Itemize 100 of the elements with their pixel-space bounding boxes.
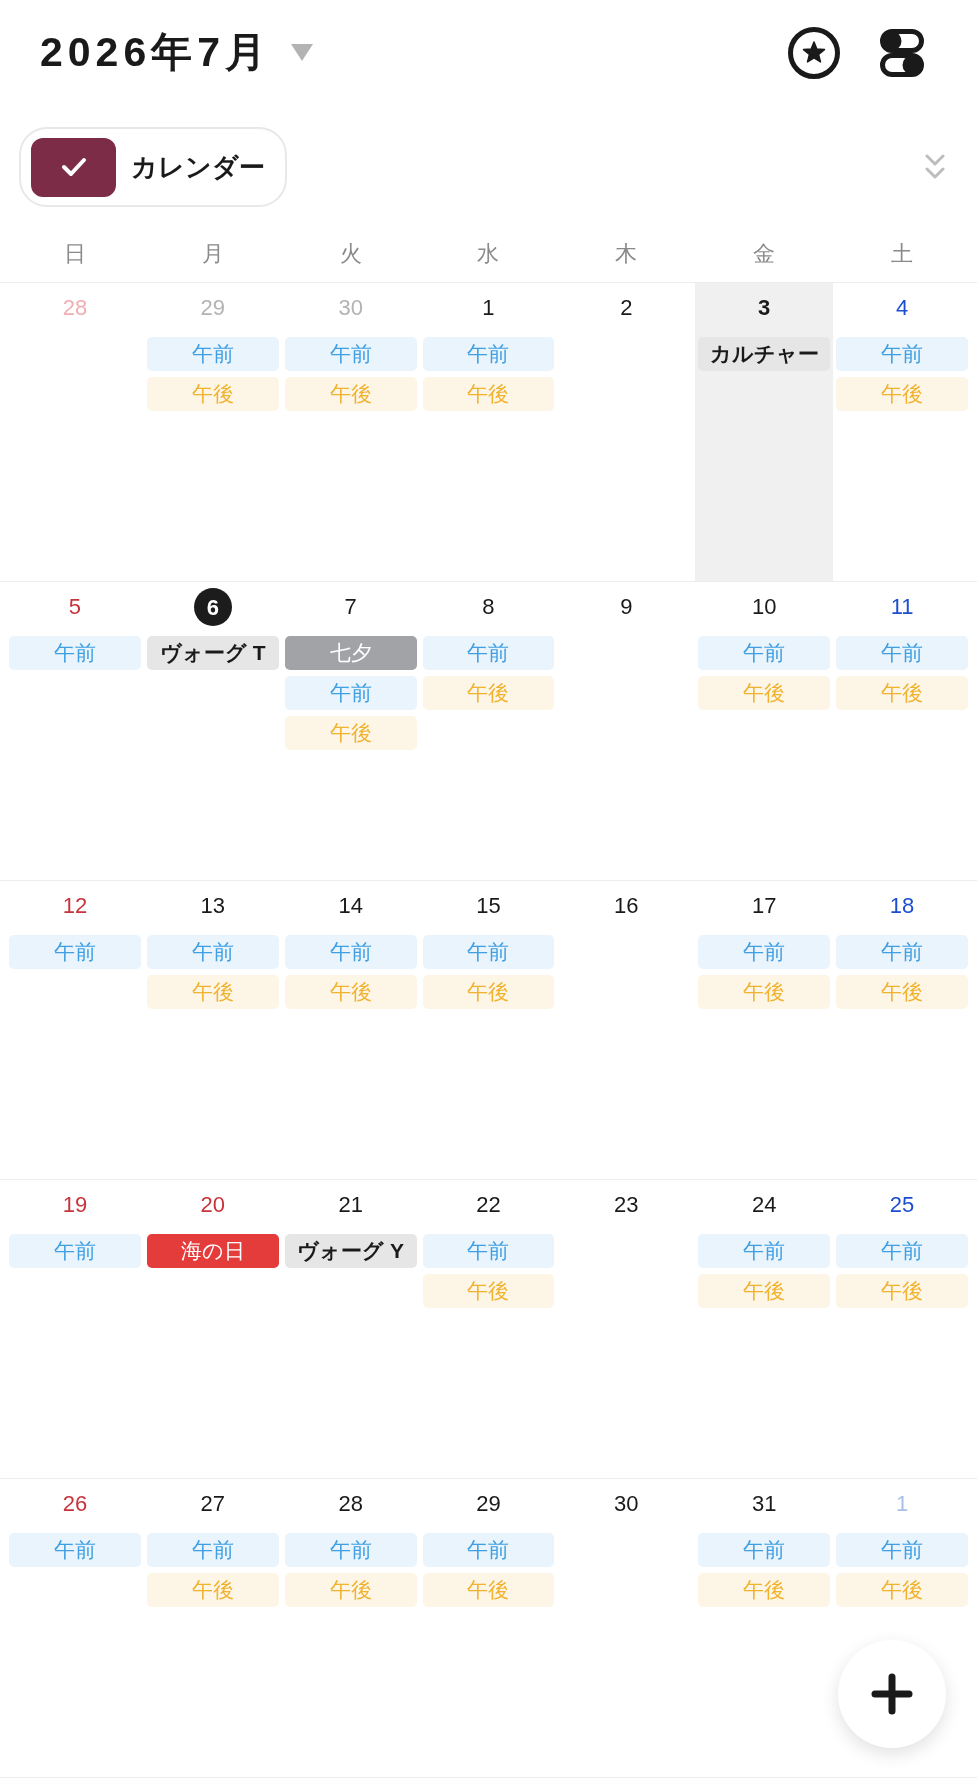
date-number: 28 (338, 1490, 363, 1518)
month-selector[interactable]: 2026年7月 (40, 21, 313, 84)
morning-event-chip[interactable]: 午前 (9, 1234, 141, 1268)
morning-event-chip[interactable]: 午前 (9, 935, 141, 969)
morning-event-chip[interactable]: 午前 (284, 1533, 417, 1567)
date-number: 27 (200, 1490, 225, 1518)
date-number: 1 (895, 1490, 909, 1518)
afternoon-event-chip[interactable]: 午後 (698, 975, 831, 1009)
afternoon-event-chip[interactable]: 午後 (284, 1573, 417, 1607)
date-number: 25 (889, 1191, 915, 1219)
afternoon-event-chip[interactable]: 午後 (422, 1274, 555, 1308)
afternoon-event-chip[interactable]: 午後 (146, 1573, 279, 1607)
date-number: 5 (68, 593, 82, 621)
date-number: 10 (751, 593, 777, 621)
afternoon-event-chip[interactable]: 午後 (836, 975, 968, 1009)
afternoon-event-chip[interactable]: 午後 (836, 377, 968, 411)
afternoon-event-chip[interactable]: 午後 (698, 1274, 831, 1308)
morning-event-chip[interactable]: 午前 (836, 1234, 968, 1268)
morning-event-chip[interactable]: 午前 (146, 337, 279, 371)
morning-event-chip[interactable]: 午前 (836, 337, 968, 371)
date-number: 11 (890, 593, 914, 621)
morning-event-chip[interactable]: 午前 (146, 1533, 279, 1567)
weekday-label: 月 (201, 240, 224, 268)
date-number: 29 (476, 1490, 501, 1518)
morning-event-chip[interactable]: 午前 (9, 1533, 141, 1567)
selected-day-cell[interactable]: 3 カルチャー (695, 283, 834, 581)
date-number: 28 (62, 294, 88, 322)
afternoon-event-chip[interactable]: 午後 (836, 676, 968, 710)
date-number: 12 (62, 892, 88, 920)
toggle-switches-icon[interactable] (880, 28, 924, 77)
morning-event-chip[interactable]: 午前 (284, 935, 417, 969)
morning-event-chip[interactable]: 午前 (698, 1234, 831, 1268)
date-number: 19 (62, 1191, 88, 1219)
morning-event-chip[interactable]: 午前 (698, 1533, 831, 1567)
dropdown-triangle-icon (291, 44, 313, 61)
date-number: 30 (614, 1490, 639, 1518)
today-date: 6 (193, 588, 232, 626)
afternoon-event-chip[interactable]: 午後 (284, 716, 417, 750)
date-number: 14 (338, 892, 363, 920)
afternoon-event-chip[interactable]: 午後 (422, 377, 555, 411)
morning-event-chip[interactable]: 午前 (9, 636, 141, 670)
morning-event-chip[interactable]: 午前 (836, 935, 968, 969)
date-number: 23 (614, 1191, 639, 1219)
date-number: 29 (200, 294, 225, 322)
afternoon-event-chip[interactable]: 午後 (146, 975, 279, 1009)
afternoon-event-chip[interactable]: 午後 (422, 676, 555, 710)
date-number: 1 (482, 294, 495, 322)
event-chip[interactable]: カルチャー (698, 337, 831, 371)
afternoon-event-chip[interactable]: 午後 (836, 1274, 968, 1308)
morning-event-chip[interactable]: 午前 (836, 636, 968, 670)
date-number: 8 (482, 593, 495, 621)
calendar-checkbox[interactable] (31, 137, 116, 197)
date-number: 3 (758, 294, 771, 322)
morning-event-chip[interactable]: 午前 (422, 636, 555, 670)
afternoon-event-chip[interactable]: 午後 (146, 377, 279, 411)
afternoon-event-chip[interactable]: 午後 (284, 377, 417, 411)
date-number: 7 (344, 593, 357, 621)
morning-event-chip[interactable]: 午前 (836, 1533, 968, 1567)
observance-event-chip[interactable]: 七夕 (284, 636, 417, 670)
morning-event-chip[interactable]: 午前 (284, 337, 417, 371)
holiday-event-chip[interactable]: 海の日 (146, 1234, 279, 1268)
morning-event-chip[interactable]: 午前 (422, 1533, 555, 1567)
date-number: 24 (751, 1191, 777, 1219)
afternoon-event-chip[interactable]: 午後 (422, 1573, 555, 1607)
date-number: 20 (200, 1191, 225, 1219)
date-number: 15 (476, 892, 501, 920)
weekday-label: 火 (339, 240, 362, 268)
weekday-label: 土 (891, 240, 914, 268)
star-circle-icon[interactable] (788, 26, 840, 79)
weekday-label: 水 (477, 240, 500, 268)
afternoon-event-chip[interactable]: 午後 (284, 975, 417, 1009)
date-number: 9 (620, 593, 633, 621)
afternoon-event-chip[interactable]: 午後 (698, 1573, 831, 1607)
date-number: 2 (620, 294, 633, 322)
event-chip[interactable]: ヴォーグ Y (284, 1234, 417, 1268)
morning-event-chip[interactable]: 午前 (422, 1234, 555, 1268)
morning-event-chip[interactable]: 午前 (422, 935, 555, 969)
morning-event-chip[interactable]: 午前 (146, 935, 279, 969)
date-number: 13 (200, 892, 225, 920)
morning-event-chip[interactable]: 午前 (422, 337, 555, 371)
date-number: 22 (476, 1191, 501, 1219)
date-number: 26 (62, 1490, 88, 1518)
date-number: 30 (338, 294, 363, 322)
morning-event-chip[interactable]: 午前 (698, 935, 831, 969)
afternoon-event-chip[interactable]: 午後 (698, 676, 831, 710)
weekday-label: 木 (615, 240, 638, 268)
afternoon-event-chip[interactable]: 午後 (422, 975, 555, 1009)
morning-event-chip[interactable]: 午前 (284, 676, 417, 710)
weekday-label: 日 (63, 240, 86, 268)
event-chip[interactable]: ヴォーグ T (146, 636, 279, 670)
afternoon-event-chip[interactable]: 午後 (836, 1573, 968, 1607)
date-number: 17 (751, 892, 777, 920)
weekday-label: 金 (753, 240, 776, 268)
calendar-filter-chip[interactable]: カレンダー (19, 127, 287, 207)
date-number: 18 (889, 892, 915, 920)
plus-icon (871, 1673, 913, 1715)
date-number: 16 (614, 892, 639, 920)
check-icon (60, 157, 87, 177)
date-number: 21 (338, 1191, 363, 1219)
morning-event-chip[interactable]: 午前 (698, 636, 831, 670)
